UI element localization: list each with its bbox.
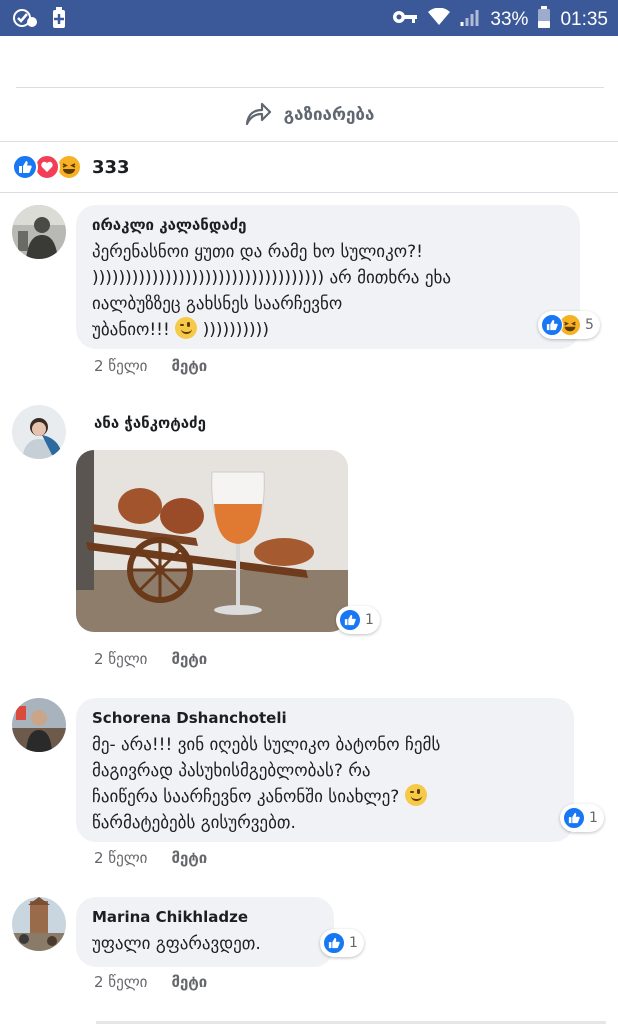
comment-meta: 2 წელი მეტი <box>94 357 207 375</box>
divider <box>0 192 618 193</box>
comment-reaction-count: 1 <box>365 612 374 628</box>
comment-author[interactable]: ირაკლი კალანდაძე <box>92 215 564 235</box>
battery-icon <box>538 6 551 34</box>
comment-meta: 2 წელი მეტი <box>94 849 207 867</box>
like-icon <box>563 807 585 829</box>
share-label: გაზიარება <box>283 105 375 125</box>
share-arrow-icon <box>244 100 272 131</box>
comment-age[interactable]: 2 წელი <box>94 650 147 668</box>
comment-reaction-count: 5 <box>585 317 594 333</box>
more-button[interactable]: მეტი <box>171 973 207 991</box>
more-button[interactable]: მეტი <box>171 650 207 668</box>
battery-percent: 33% <box>490 9 529 30</box>
wink-emoji-icon <box>404 784 427 806</box>
signal-icon <box>460 8 480 32</box>
comment-meta: 2 წელი მეტი <box>94 650 207 668</box>
comment-author[interactable]: Schorena Dshanchoteli <box>92 708 558 728</box>
comment-author[interactable]: ანა ჭანკოტაძე <box>94 413 206 433</box>
comment-age[interactable]: 2 წელი <box>94 973 147 991</box>
comment-age[interactable]: 2 წელი <box>94 849 147 867</box>
share-button[interactable]: გაზიარება <box>0 90 618 140</box>
wifi-icon <box>428 7 451 32</box>
battery-saver-icon <box>52 7 66 33</box>
like-icon <box>12 154 38 180</box>
comment-reactions[interactable]: 1 <box>320 929 364 957</box>
avatar[interactable] <box>12 205 66 259</box>
comment-text: მე- არა!!! ვინ იღებს სულიკო ბატონო ჩემს … <box>92 735 441 833</box>
divider <box>16 87 604 88</box>
comment-bubble[interactable]: Marina Chikhladze უფალი გფარავდეთ. <box>76 897 334 967</box>
comment-age[interactable]: 2 წელი <box>94 357 147 375</box>
wink-emoji-icon <box>175 317 198 339</box>
like-icon <box>541 314 563 336</box>
divider <box>0 141 618 142</box>
status-bar: 33% 01:35 <box>0 0 618 36</box>
comment-text: პერენასნოი ყუთი და რამე ხო სულიკო?! ))))… <box>92 242 451 340</box>
comment-reactions[interactable]: 1 <box>560 804 604 832</box>
comment-reaction-count: 1 <box>589 810 598 826</box>
reaction-count: 333 <box>92 156 130 178</box>
more-button[interactable]: მეტი <box>171 849 207 867</box>
clock: 01:35 <box>560 9 608 30</box>
comment-reactions[interactable]: 5 <box>538 311 600 339</box>
app-notification-icon <box>12 7 38 33</box>
avatar[interactable] <box>12 897 66 951</box>
avatar[interactable] <box>12 405 66 459</box>
like-icon <box>339 609 361 631</box>
comment-reaction-count: 1 <box>349 935 358 951</box>
comment-bubble[interactable]: Schorena Dshanchoteli მე- არა!!! ვინ იღე… <box>76 698 574 842</box>
vpn-key-icon <box>392 9 418 31</box>
comment-reactions[interactable]: 1 <box>336 606 380 634</box>
comment-bubble[interactable]: ირაკლი კალანდაძე პერენასნოი ყუთი და რამე… <box>76 205 580 349</box>
comment-meta: 2 წელი მეტი <box>94 973 207 991</box>
more-button[interactable]: მეტი <box>171 357 207 375</box>
comment-text: უფალი გფარავდეთ. <box>92 934 261 954</box>
post-reactions-summary[interactable]: 333 <box>12 152 130 182</box>
like-icon <box>323 932 345 954</box>
avatar[interactable] <box>12 698 66 752</box>
comment-photo[interactable] <box>76 450 348 632</box>
comment-author[interactable]: Marina Chikhladze <box>92 907 318 927</box>
